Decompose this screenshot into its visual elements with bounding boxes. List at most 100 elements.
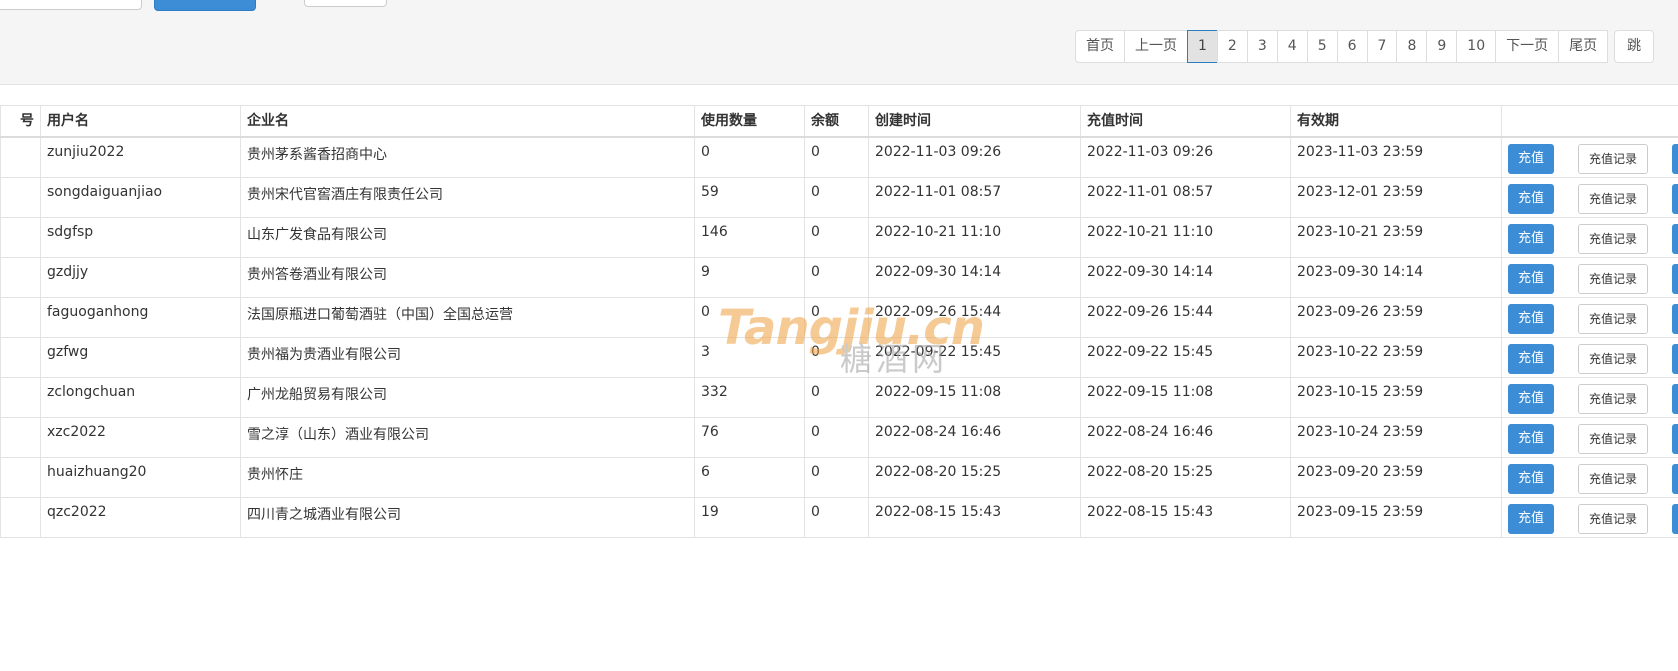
recharge-button[interactable]: 充值 — [1508, 223, 1554, 254]
row-index-cell — [0, 136, 41, 178]
cell-usage: 6 — [694, 456, 805, 498]
page-item[interactable]: 6 — [1336, 30, 1368, 63]
actions-cell: 充值 充值记录 — [1501, 376, 1678, 418]
page-item[interactable]: 10 — [1456, 30, 1497, 63]
page-item[interactable]: 3 — [1246, 30, 1278, 63]
more-action-button[interactable] — [1672, 383, 1678, 414]
cell-recharged: 2022-09-30 14:14 — [1080, 256, 1291, 298]
page-item[interactable]: 9 — [1426, 30, 1458, 63]
cell-balance: 0 — [804, 496, 869, 538]
cell-username: gzfwg — [40, 336, 241, 378]
page-item[interactable]: 下一页 — [1495, 30, 1560, 63]
actions-cell: 充值 充值记录 — [1501, 216, 1678, 258]
column-header: 号 — [0, 105, 41, 138]
recharge-button[interactable]: 充值 — [1508, 144, 1554, 174]
more-action-button[interactable] — [1672, 343, 1678, 374]
recharge-button[interactable]: 充值 — [1508, 183, 1554, 214]
cell-created: 2022-09-26 15:44 — [868, 296, 1081, 338]
cell-recharged: 2022-08-20 15:25 — [1080, 456, 1291, 498]
cell-balance: 0 — [804, 216, 869, 258]
page-item[interactable]: 8 — [1396, 30, 1428, 63]
cell-username: sdgfsp — [40, 216, 241, 258]
cell-company: 雪之淳（山东）酒业有限公司 — [240, 416, 695, 458]
more-action-button[interactable] — [1672, 263, 1678, 294]
more-action-button[interactable] — [1672, 303, 1678, 334]
row-index-cell — [0, 416, 41, 458]
recharge-button[interactable]: 充值 — [1508, 423, 1554, 454]
cell-usage: 3 — [694, 336, 805, 378]
more-action-button[interactable] — [1672, 183, 1678, 214]
actions-cell: 充值 充值记录 — [1501, 496, 1678, 538]
table-row: qzc2022 四川青之城酒业有限公司 19 0 2022-08-15 15:43 202… — [0, 496, 1678, 538]
cell-expiry: 2023-09-30 14:14 — [1290, 256, 1502, 298]
page-item[interactable]: 4 — [1276, 30, 1308, 63]
recharge-button[interactable]: 充值 — [1508, 383, 1554, 414]
recharge-history-button[interactable]: 充值记录 — [1578, 183, 1648, 214]
recharge-history-button[interactable]: 充值记录 — [1578, 463, 1648, 494]
recharge-history-button[interactable]: 充值记录 — [1578, 343, 1648, 374]
recharge-history-button[interactable]: 充值记录 — [1578, 303, 1648, 334]
row-index-cell — [0, 296, 41, 338]
more-action-button[interactable] — [1672, 423, 1678, 454]
more-action-button[interactable] — [1672, 463, 1678, 494]
recharge-button[interactable]: 充值 — [1508, 463, 1554, 494]
recharge-history-button[interactable]: 充值记录 — [1578, 263, 1648, 294]
cell-recharged: 2022-09-26 15:44 — [1080, 296, 1291, 338]
page-item[interactable]: 尾页 — [1558, 30, 1609, 63]
table-row: zclongchuan 广州龙船贸易有限公司 332 0 2022-09-15 11:0… — [0, 376, 1678, 418]
page-item[interactable]: 首页 — [1075, 30, 1125, 63]
cell-expiry: 2023-10-22 23:59 — [1290, 336, 1502, 378]
cell-created: 2022-11-03 09:26 — [868, 136, 1081, 178]
page-item[interactable]: 1 — [1187, 30, 1218, 63]
cell-created: 2022-09-30 14:14 — [868, 256, 1081, 298]
more-action-button[interactable] — [1672, 503, 1678, 534]
cell-balance: 0 — [804, 136, 869, 178]
cell-balance: 0 — [804, 176, 869, 218]
pagination: 首页 上一页 1 2 3 4 5 6 7 8 9 10 下一页 尾页跳 — [1075, 30, 1655, 63]
recharge-button[interactable]: 充值 — [1508, 343, 1554, 374]
cell-username: gzdjjy — [40, 256, 241, 298]
column-header: 有效期 — [1290, 105, 1502, 138]
actions-cell: 充值 充值记录 — [1501, 256, 1678, 298]
recharge-history-button[interactable]: 充值记录 — [1578, 423, 1648, 454]
recharge-button[interactable]: 充值 — [1508, 303, 1554, 334]
cell-recharged: 2022-11-01 08:57 — [1080, 176, 1291, 218]
recharge-history-button[interactable]: 充值记录 — [1578, 223, 1648, 254]
recharge-history-button[interactable]: 充值记录 — [1578, 503, 1648, 534]
cell-created: 2022-08-24 16:46 — [868, 416, 1081, 458]
cell-balance: 0 — [804, 336, 869, 378]
cell-company: 贵州怀庄 — [240, 456, 695, 498]
column-header: 创建时间 — [868, 105, 1081, 138]
page-jump-button[interactable]: 跳 — [1614, 30, 1655, 63]
page-item[interactable]: 7 — [1366, 30, 1398, 63]
more-action-button[interactable] — [1672, 144, 1678, 174]
page-item[interactable]: 5 — [1306, 30, 1338, 63]
more-action-button[interactable] — [1672, 223, 1678, 254]
cell-expiry: 2023-10-15 23:59 — [1290, 376, 1502, 418]
column-header: 企业名 — [240, 105, 695, 138]
cell-usage: 76 — [694, 416, 805, 458]
cell-username: zunjiu2022 — [40, 136, 241, 178]
secondary-button[interactable] — [304, 0, 387, 7]
table-row: gzdjjy 贵州答卷酒业有限公司 9 0 2022-09-30 14:14 2022-0… — [0, 256, 1678, 298]
actions-cell: 充值 充值记录 — [1501, 416, 1678, 458]
cell-recharged: 2022-10-21 11:10 — [1080, 216, 1291, 258]
actions-cell: 充值 充值记录 — [1501, 456, 1678, 498]
cell-recharged: 2022-08-24 16:46 — [1080, 416, 1291, 458]
recharge-history-button[interactable]: 充值记录 — [1578, 383, 1648, 414]
cell-recharged: 2022-09-22 15:45 — [1080, 336, 1291, 378]
column-header: 用户名 — [40, 105, 241, 138]
recharge-button[interactable]: 充值 — [1508, 503, 1554, 534]
cell-username: huaizhuang20 — [40, 456, 241, 498]
recharge-history-button[interactable]: 充值记录 — [1578, 144, 1648, 174]
column-header — [1501, 105, 1678, 138]
row-index-cell — [0, 456, 41, 498]
search-button[interactable] — [154, 0, 256, 11]
table-row: huaizhuang20 贵州怀庄 6 0 2022-08-20 15:25 2022-0… — [0, 456, 1678, 498]
search-input[interactable] — [0, 0, 142, 10]
recharge-button[interactable]: 充值 — [1508, 263, 1554, 294]
table-row: songdaiguanjiao 贵州宋代官窖酒庄有限责任公司 59 0 2022-11-… — [0, 176, 1678, 218]
page-item[interactable]: 2 — [1216, 30, 1248, 63]
page-item[interactable]: 上一页 — [1124, 30, 1188, 63]
cell-company: 贵州茅系酱香招商中心 — [240, 136, 695, 178]
